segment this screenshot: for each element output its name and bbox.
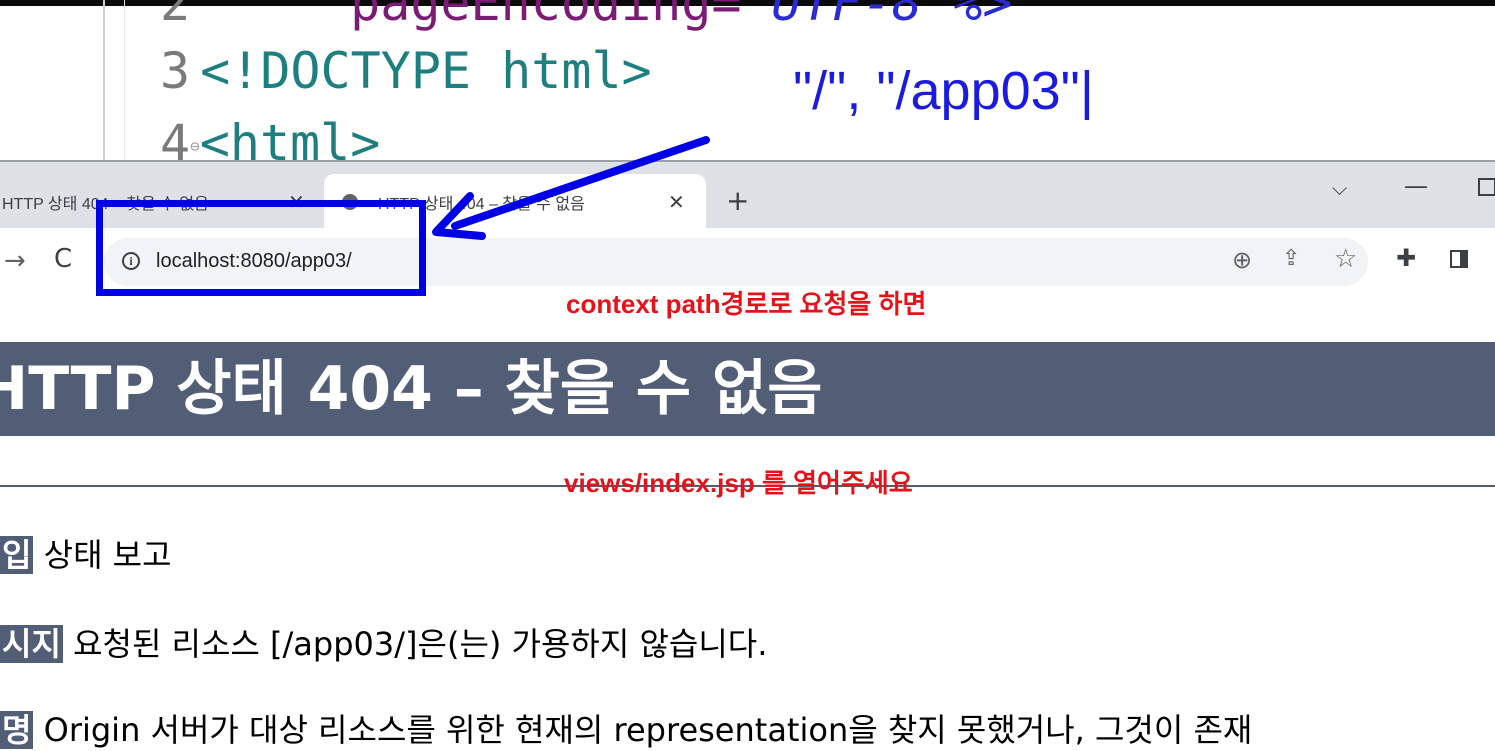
line-number: 3 [160,42,191,100]
annotation-caption-2: views/index.jsp 를 열어주세요 [564,468,913,498]
extensions-puzzle-icon[interactable]: ✚ [1396,244,1416,272]
description-row: 명 Origin 서버가 대상 리소스를 위한 현재의 representati… [0,705,1252,751]
annotation-caption-1: context path경로로 요청을 하면 [566,289,927,319]
code-attribute: pageEncoding= [350,0,742,32]
description-label: 명 [0,711,34,749]
code-editor: 2 pageEncoding="UTF-8"%> 3 <!DOCTYPE html>… [0,0,1495,168]
tab-search-chevron-icon[interactable]: ⌵ [1332,176,1347,200]
side-panel-icon[interactable] [1450,250,1468,268]
code-string: "UTF-8"%> [741,0,1013,32]
message-value: 요청된 리소스 [/app03/]은(는) 가용하지 않습니다. [73,625,768,663]
zoom-icon[interactable]: ⊕ [1232,246,1252,274]
code-doctype: <!DOCTYPE html> [200,42,652,100]
url-highlight-box [96,200,426,296]
type-row: 입 상태 보고 [0,530,172,576]
share-icon[interactable]: ⇪ [1282,246,1300,271]
type-label: 입 [0,536,34,574]
message-row: 시지 요청된 리소스 [/app03/]은(는) 가용하지 않습니다. [0,619,767,665]
description-value: Origin 서버가 대상 리소스를 위한 현재의 representation… [43,711,1253,749]
editor-gutter-divider [103,0,105,160]
page-title-text: HTTP 상태 404 – 찾을 수 없음 [0,354,823,424]
bookmark-star-icon[interactable]: ☆ [1334,244,1357,274]
code-line-3[interactable]: 3 <!DOCTYPE html> [160,46,652,96]
line-number: 2 [160,0,191,32]
handwritten-annotation: "/", "/app03"| [793,61,1094,121]
fold-icon[interactable]: ⊖ [190,137,200,156]
minimize-button[interactable]: — [1404,172,1428,200]
tab-close-icon[interactable]: ✕ [668,190,685,215]
editor-gutter-divider-2 [124,0,125,160]
maximize-button[interactable] [1478,178,1495,196]
page-title: HTTP 상태 404 – 찾을 수 없음 [0,342,1495,436]
new-tab-button[interactable]: + [726,184,749,217]
type-value: 상태 보고 [43,536,172,574]
code-line-2[interactable]: 2 pageEncoding="UTF-8"%> [160,0,1012,28]
message-label: 시지 [0,625,63,663]
forward-arrow-icon[interactable]: → [4,246,26,276]
reload-icon[interactable]: C [54,244,72,274]
